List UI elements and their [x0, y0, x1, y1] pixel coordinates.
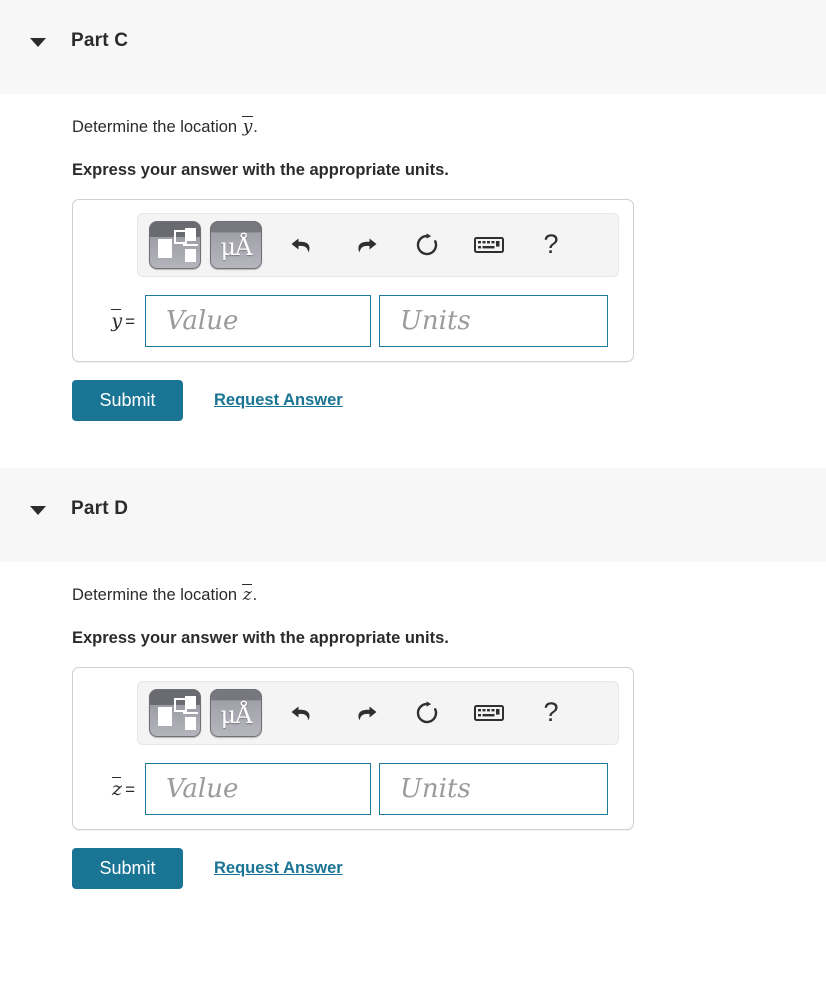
reset-icon: [414, 232, 440, 258]
math-toolbar: μÅ ?: [137, 212, 619, 277]
prompt-text: Determine the location: [72, 585, 242, 604]
variable-symbol: y: [111, 308, 123, 332]
reset-button[interactable]: [404, 222, 450, 268]
units-placeholder: Units: [400, 773, 471, 804]
value-input[interactable]: Value: [145, 294, 371, 347]
undo-icon: [290, 701, 316, 725]
question-mark-icon: ?: [543, 697, 559, 728]
prompt-period: .: [252, 585, 258, 604]
redo-icon: [352, 701, 378, 725]
undo-icon: [290, 233, 316, 257]
variable-symbol: z: [112, 776, 123, 800]
prompt-variable: y: [242, 116, 254, 140]
units-icon: μÅ: [220, 232, 253, 261]
keyboard-button[interactable]: [466, 222, 512, 268]
question-prompt: Determine the location y.: [72, 116, 826, 140]
part-body-d: Determine the location z. Express your a…: [0, 562, 826, 889]
part-header-c[interactable]: Part C: [0, 0, 826, 94]
units-icon: μÅ: [220, 700, 253, 729]
prompt-period: .: [253, 118, 258, 136]
part-title: Part D: [71, 497, 129, 519]
caret-down-icon[interactable]: [30, 38, 46, 47]
units-placeholder: Units: [400, 305, 471, 336]
part-body-c: Determine the location y. Express your a…: [0, 94, 826, 421]
answer-instruction: Express your answer with the appropriate…: [72, 160, 449, 179]
math-template-icon: [158, 238, 172, 258]
units-button[interactable]: μÅ: [210, 688, 262, 737]
prompt-text: Determine the location: [72, 118, 242, 136]
help-button[interactable]: ?: [528, 222, 574, 268]
units-input[interactable]: Units: [379, 294, 608, 347]
answer-input-row: y = Value Units: [73, 294, 633, 347]
request-answer-link[interactable]: Request Answer: [214, 859, 343, 878]
submit-button[interactable]: Submit: [72, 379, 183, 421]
value-placeholder: Value: [166, 773, 239, 804]
part-section-c: Part C Determine the location y. Express…: [0, 0, 826, 421]
undo-button[interactable]: [280, 222, 326, 268]
undo-button[interactable]: [280, 690, 326, 736]
redo-button[interactable]: [342, 222, 388, 268]
reset-button[interactable]: [404, 690, 450, 736]
help-button[interactable]: ?: [528, 690, 574, 736]
math-toolbar: μÅ ?: [137, 680, 619, 745]
redo-button[interactable]: [342, 690, 388, 736]
prompt-variable: z: [242, 583, 253, 608]
caret-down-icon[interactable]: [30, 505, 46, 515]
value-placeholder: Value: [166, 305, 239, 336]
submit-button[interactable]: Submit: [72, 847, 183, 889]
variable-label: y =: [89, 308, 145, 332]
part-section-d: Part D Determine the location z. Express…: [0, 467, 826, 889]
action-row: Submit Request Answer: [72, 379, 826, 421]
answer-input-row: z = Value Units: [73, 762, 633, 815]
answer-box: μÅ: [72, 198, 634, 362]
question-mark-icon: ?: [543, 229, 559, 260]
keyboard-button[interactable]: [466, 690, 512, 736]
part-title: Part C: [71, 30, 129, 51]
question-prompt: Determine the location z.: [72, 583, 826, 608]
variable-label: z =: [89, 776, 145, 800]
keyboard-icon: [474, 703, 504, 723]
value-input[interactable]: Value: [145, 762, 371, 815]
answer-box: μÅ: [72, 666, 634, 830]
math-template-button[interactable]: [149, 220, 201, 269]
math-template-button[interactable]: [149, 688, 201, 737]
units-input[interactable]: Units: [379, 762, 608, 815]
equals-sign: =: [125, 311, 135, 331]
reset-icon: [414, 700, 440, 726]
units-button[interactable]: μÅ: [210, 220, 262, 269]
math-template-icon: [158, 706, 172, 726]
keyboard-icon: [474, 235, 504, 255]
answer-instruction: Express your answer with the appropriate…: [72, 628, 449, 647]
request-answer-link[interactable]: Request Answer: [214, 391, 343, 410]
equals-sign: =: [125, 779, 135, 799]
action-row: Submit Request Answer: [72, 847, 826, 889]
part-header-d[interactable]: Part D: [0, 467, 826, 562]
redo-icon: [352, 233, 378, 257]
